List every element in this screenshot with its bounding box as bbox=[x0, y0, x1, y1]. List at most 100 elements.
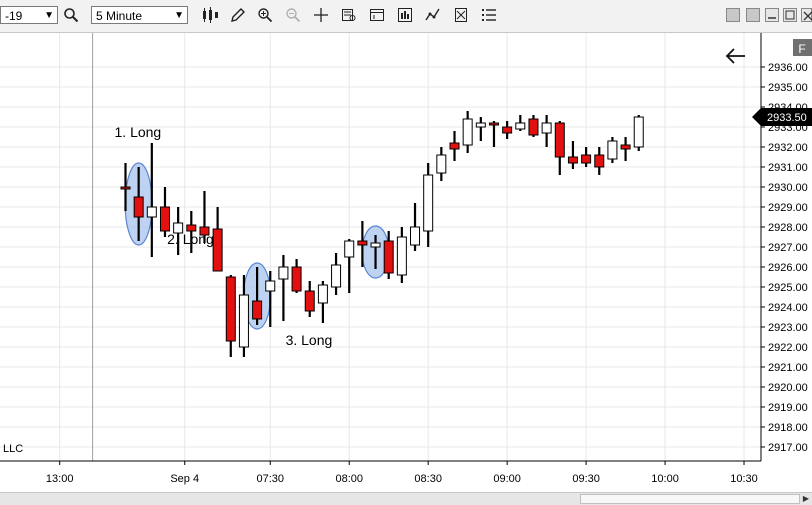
candle-body-up bbox=[146, 206, 157, 218]
y-tick-label: 2918.00 bbox=[768, 422, 808, 434]
candle-body-up bbox=[462, 118, 473, 146]
chart-properties-icon[interactable] bbox=[368, 7, 386, 25]
candle bbox=[633, 115, 644, 151]
candle-body-down bbox=[528, 118, 539, 136]
chevron-down-icon: ▼ bbox=[174, 10, 184, 21]
candle-body-down bbox=[133, 196, 144, 218]
y-tick-label: 2927.00 bbox=[768, 242, 808, 254]
candle-body-up bbox=[238, 294, 249, 348]
y-tick-label: 2929.00 bbox=[768, 202, 808, 214]
bar-type-icon[interactable] bbox=[201, 7, 219, 25]
list-icon[interactable] bbox=[480, 7, 498, 25]
pencil-icon[interactable] bbox=[229, 7, 247, 25]
candle-body-down bbox=[581, 154, 592, 164]
interval-value: 5 Minute bbox=[96, 9, 143, 23]
candle-body-up bbox=[436, 154, 447, 174]
y-tick-label: 2920.00 bbox=[768, 382, 808, 394]
candle-body-down bbox=[120, 186, 131, 190]
drawing-tools-icon[interactable] bbox=[452, 7, 470, 25]
x-tick-label: 08:30 bbox=[414, 473, 442, 485]
x-tick-label: 09:30 bbox=[572, 473, 600, 485]
candle-body-down bbox=[304, 290, 315, 312]
zoom-in-icon[interactable] bbox=[256, 7, 274, 25]
candle-body-down bbox=[594, 154, 605, 168]
cascade-window-icon[interactable] bbox=[746, 8, 760, 22]
chevron-down-icon: ▼ bbox=[44, 10, 54, 21]
x-tick-label: 07:30 bbox=[256, 473, 284, 485]
candle-body-up bbox=[475, 122, 486, 128]
candle-body-up bbox=[278, 266, 289, 280]
panel-label: F bbox=[798, 42, 805, 56]
candle bbox=[607, 137, 618, 163]
y-tick-label: 2922.00 bbox=[768, 342, 808, 354]
candle-body-up bbox=[423, 174, 434, 232]
candle-body-up bbox=[396, 236, 407, 276]
chart-toolbar: -19 ▼ 5 Minute ▼ bbox=[0, 0, 812, 33]
minimize-icon[interactable] bbox=[765, 8, 779, 22]
y-tick-label: 2935.00 bbox=[768, 82, 808, 94]
y-tick-label: 2928.00 bbox=[768, 222, 808, 234]
candle-body-down bbox=[383, 240, 394, 274]
close-icon[interactable] bbox=[801, 8, 812, 22]
candle-body-down bbox=[554, 122, 565, 158]
tile-window-icon[interactable] bbox=[726, 8, 740, 22]
y-tick-label: 2926.00 bbox=[768, 262, 808, 274]
strategies-icon[interactable] bbox=[396, 7, 414, 25]
time-axis[interactable]: 13:00 Sep 4 07:30 08:00 08:30 09:00 09:30 10:00… bbox=[46, 461, 758, 485]
price-marker-label: 2933.50 bbox=[767, 112, 807, 124]
trade-annotation-label: 2. Long bbox=[167, 231, 214, 247]
copyright-text: LLC bbox=[3, 443, 23, 455]
last-price-marker: 2933.50 bbox=[752, 108, 812, 126]
y-tick-label: 2936.00 bbox=[768, 62, 808, 74]
interval-select[interactable]: 5 Minute ▼ bbox=[91, 6, 188, 24]
y-tick-label: 2932.00 bbox=[768, 142, 808, 154]
trade-annotation-label: 3. Long bbox=[286, 332, 333, 348]
candle-body-down bbox=[212, 228, 223, 272]
candle-body-up bbox=[370, 242, 381, 248]
candle-body-up bbox=[331, 264, 342, 288]
y-tick-label: 2923.00 bbox=[768, 322, 808, 334]
price-chart[interactable]: 1. Long 2. Long 3. Long 2917.00 2918.00 2919… bbox=[0, 33, 812, 492]
restore-icon[interactable] bbox=[783, 8, 797, 22]
candle-body-up bbox=[607, 140, 618, 160]
scrollbar-thumb[interactable] bbox=[580, 494, 800, 504]
candle-body-down bbox=[488, 122, 499, 126]
y-tick-label: 2925.00 bbox=[768, 282, 808, 294]
x-tick-label: 13:00 bbox=[46, 473, 74, 485]
indicators-icon[interactable] bbox=[424, 7, 442, 25]
y-tick-label: 2931.00 bbox=[768, 162, 808, 174]
candle-body-up bbox=[410, 226, 421, 246]
x-tick-label: 08:00 bbox=[335, 473, 363, 485]
candle-body-down bbox=[252, 300, 263, 320]
candle-body-up bbox=[265, 280, 276, 292]
candle-body-up bbox=[541, 122, 552, 134]
y-tick-label: 2930.00 bbox=[768, 182, 808, 194]
candle-body-down bbox=[620, 144, 631, 150]
data-box-icon[interactable] bbox=[340, 7, 358, 25]
chart-scrollbar[interactable]: ▶ bbox=[0, 492, 812, 505]
candle-body-up bbox=[317, 284, 328, 304]
scroll-right-icon[interactable]: ▶ bbox=[800, 493, 812, 505]
y-tick-label: 2924.00 bbox=[768, 302, 808, 314]
x-tick-label: 09:00 bbox=[493, 473, 521, 485]
candle-body-down bbox=[225, 276, 236, 342]
candle-body-down bbox=[159, 206, 170, 232]
x-tick-label: 10:00 bbox=[651, 473, 679, 485]
instrument-value: -19 bbox=[5, 9, 23, 23]
trade-annotation-label: 1. Long bbox=[115, 124, 162, 140]
zoom-out-icon[interactable] bbox=[284, 7, 302, 25]
candle-body-down bbox=[357, 240, 368, 246]
candle-body-down bbox=[567, 156, 578, 164]
crosshair-icon[interactable] bbox=[312, 7, 330, 25]
search-icon[interactable] bbox=[62, 7, 80, 25]
candle-body-up bbox=[515, 122, 526, 130]
x-tick-label: Sep 4 bbox=[170, 473, 199, 485]
candle-body-down bbox=[449, 142, 460, 150]
y-tick-label: 2921.00 bbox=[768, 362, 808, 374]
instrument-select[interactable]: -19 ▼ bbox=[0, 6, 58, 24]
x-tick-label: 10:30 bbox=[730, 473, 758, 485]
candle-body-up bbox=[633, 116, 644, 148]
candle-body-down bbox=[291, 266, 302, 292]
y-tick-label: 2919.00 bbox=[768, 402, 808, 414]
candle-body-up bbox=[344, 240, 355, 258]
